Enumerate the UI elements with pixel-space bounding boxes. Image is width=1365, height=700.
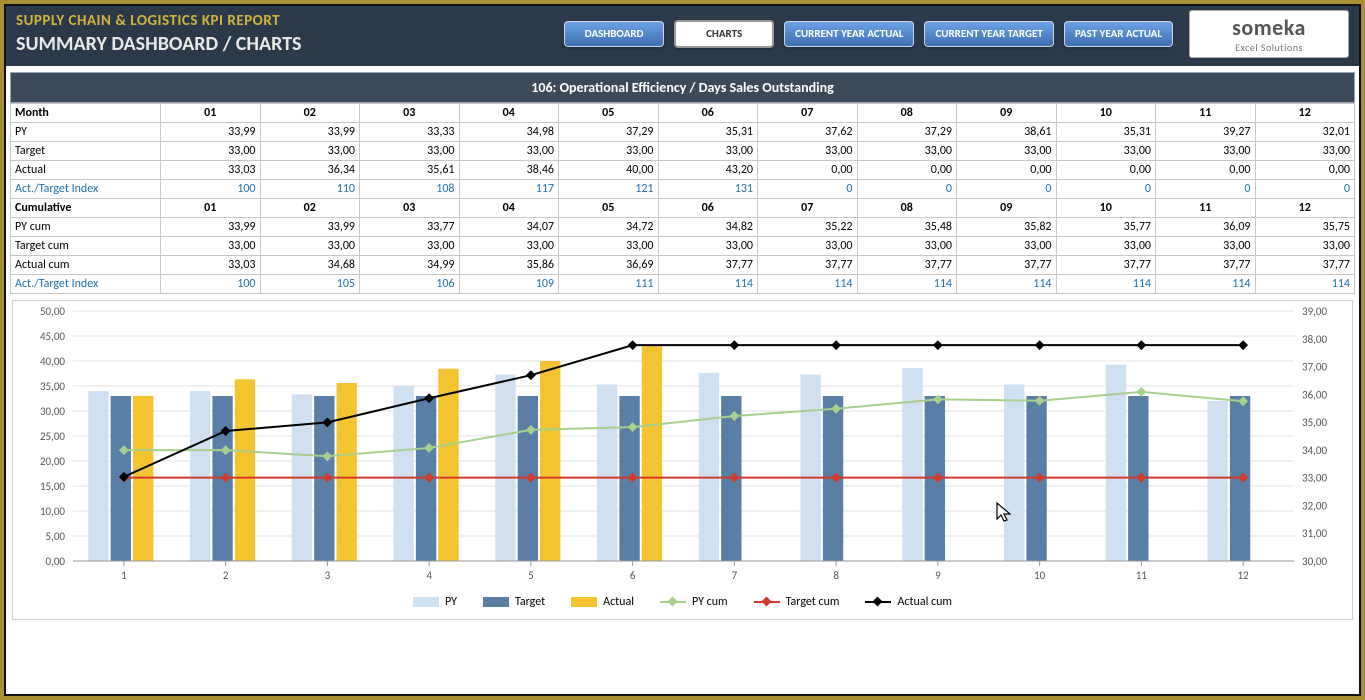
legend-actual: Actual [571,595,634,609]
svg-text:4: 4 [426,569,432,582]
svg-text:12: 12 [1238,569,1250,582]
report-title: SUPPLY CHAIN & LOGISTICS KPI REPORT [16,12,564,30]
table-row: Cumulative 010203040506070809101112 [11,199,1355,218]
svg-text:7: 7 [732,569,738,582]
svg-text:25,00: 25,00 [40,430,65,443]
table-row: PY 33,9933,9933,3334,9837,2935,3137,6237… [11,123,1355,142]
table-row: Month 010203040506070809101112 [11,104,1355,123]
table-row: Act./Target Index 1001051061091111141141… [11,275,1355,294]
svg-text:20,00: 20,00 [40,455,65,468]
svg-text:9: 9 [935,569,941,582]
svg-text:5: 5 [528,569,534,582]
table-row: Act./Target Index 1001101081171211310000… [11,180,1355,199]
table-row: Actual 33,0336,3435,6138,4640,0043,200,0… [11,161,1355,180]
nav-charts-button[interactable]: CHARTS [674,20,774,48]
svg-text:32,00: 32,00 [1302,499,1327,512]
svg-text:10: 10 [1034,569,1046,582]
svg-text:40,00: 40,00 [40,355,65,368]
nav-dashboard-button[interactable]: DASHBOARD [564,21,664,47]
brand-tagline: Excel Solutions [1235,41,1303,54]
svg-text:39,00: 39,00 [1302,305,1327,318]
svg-text:0,00: 0,00 [46,555,66,568]
legend-pycum: PY cum [660,595,728,609]
header-bar: SUPPLY CHAIN & LOGISTICS KPI REPORT SUMM… [6,6,1359,66]
svg-text:36,00: 36,00 [1302,388,1327,401]
brand-logo: someka Excel Solutions [1189,10,1349,58]
kpi-chart: 0,00 5,00 10,00 15,00 20,00 25,00 30,00 35,00 40… [12,300,1353,620]
nav-current-year-actual-button[interactable]: CURRENT YEAR ACTUAL [784,21,914,47]
svg-text:10,00: 10,00 [40,505,65,518]
legend-actcum: Actual cum [865,595,952,609]
nav-buttons: DASHBOARD CHARTS CURRENT YEAR ACTUAL CUR… [564,20,1173,48]
table-row: Target cum 33,0033,0033,0033,0033,0033,0… [11,237,1355,256]
svg-text:30,00: 30,00 [1302,555,1327,568]
svg-text:30,00: 30,00 [40,405,65,418]
svg-text:45,00: 45,00 [40,330,65,343]
table-row: Target 33,0033,0033,0033,0033,0033,0033,… [11,142,1355,161]
svg-text:35,00: 35,00 [40,380,65,393]
page-subtitle: SUMMARY DASHBOARD / CHARTS [16,32,564,56]
chart-legend: PY Target Actual PY cum Target cum Actua… [13,591,1352,609]
legend-tgtcum: Target cum [754,595,840,609]
table-row: PY cum 33,9933,9933,7734,0734,7234,8235,… [11,218,1355,237]
svg-text:33,00: 33,00 [1302,472,1327,485]
svg-text:3: 3 [325,569,331,582]
brand-name: someka [1232,14,1306,41]
svg-text:11: 11 [1136,569,1148,582]
legend-py: PY [413,595,457,609]
cumulative-header: Cumulative [11,199,161,218]
chart-section-title: 106: Operational Efficiency / Days Sales… [10,72,1355,103]
svg-text:31,00: 31,00 [1302,527,1327,540]
svg-text:2: 2 [223,569,229,582]
nav-past-year-actual-button[interactable]: PAST YEAR ACTUAL [1064,21,1173,47]
svg-text:37,00: 37,00 [1302,361,1327,374]
monthly-table: Month 010203040506070809101112 PY 33,993… [10,103,1355,294]
svg-text:35,00: 35,00 [1302,416,1327,429]
svg-text:34,00: 34,00 [1302,444,1327,457]
legend-target: Target [483,595,545,609]
svg-text:38,00: 38,00 [1302,333,1327,346]
svg-text:5,00: 5,00 [46,530,66,543]
table-row: Actual cum 33,0334,6834,9935,8636,6937,7… [11,256,1355,275]
month-header: Month [11,104,161,123]
svg-text:50,00: 50,00 [40,305,65,318]
header-titles: SUPPLY CHAIN & LOGISTICS KPI REPORT SUMM… [16,12,564,56]
svg-text:6: 6 [630,569,636,582]
svg-text:15,00: 15,00 [40,480,65,493]
svg-text:1: 1 [121,569,127,582]
svg-text:8: 8 [833,569,839,582]
nav-current-year-target-button[interactable]: CURRENT YEAR TARGET [924,21,1053,47]
